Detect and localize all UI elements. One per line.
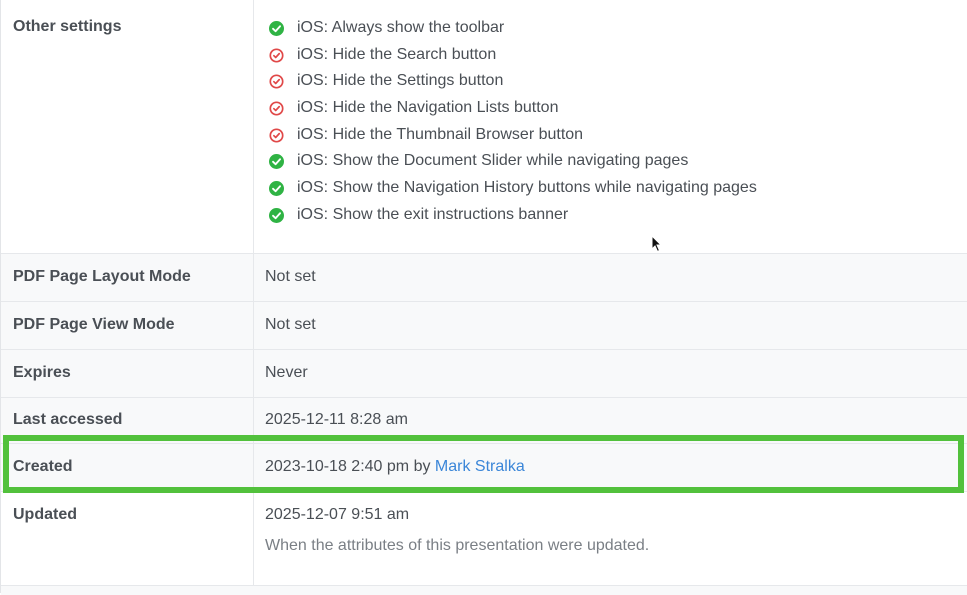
setting-item: iOS: Hide the Thumbnail Browser button bbox=[265, 122, 757, 149]
setting-item: iOS: Always show the toolbar bbox=[265, 15, 757, 42]
settings-list-container: iOS: Always show the toolbar iOS: Hide th… bbox=[265, 15, 757, 229]
setting-item: iOS: Show the exit instructions banner bbox=[265, 202, 757, 229]
attributes-table: Other settings iOS: Always show the tool… bbox=[0, 0, 967, 595]
created-date: 2023-10-18 2:40 pm bbox=[265, 458, 410, 475]
setting-label: iOS: Always show the toolbar bbox=[297, 19, 505, 36]
setting-label: iOS: Hide the Thumbnail Browser button bbox=[297, 125, 584, 143]
row-label: Other settings bbox=[1, 0, 254, 253]
setting-item: iOS: Hide the Settings button bbox=[265, 68, 757, 95]
row-pdf-view-mode: PDF Page View Mode Not set bbox=[1, 301, 967, 349]
row-value: Not set bbox=[265, 316, 316, 333]
row-created: Created 2023-10-18 2:40 pm by Mark Stral… bbox=[1, 443, 967, 491]
author-link[interactable]: Mark Stralka bbox=[435, 458, 525, 475]
row-label: PDF Page View Mode bbox=[1, 302, 254, 349]
row-label: PDF Page Layout Mode bbox=[1, 254, 254, 301]
check-circle-icon bbox=[269, 154, 284, 170]
row-value: 2023-10-18 2:40 pm by Mark Stralka bbox=[265, 444, 525, 490]
row-expires: Expires Never bbox=[1, 349, 967, 397]
x-circle-icon bbox=[269, 128, 284, 143]
check-circle-icon bbox=[269, 21, 284, 36]
row-label: Expires bbox=[1, 350, 254, 397]
row-value: Not set bbox=[265, 268, 316, 285]
setting-label: iOS: Hide the Settings button bbox=[297, 72, 504, 90]
check-circle-icon bbox=[269, 207, 284, 223]
row-other-settings: Other settings iOS: Always show the tool… bbox=[1, 0, 967, 253]
row-value: Never bbox=[265, 364, 308, 381]
row-updated: Updated 2025-12-07 9:51 am When the attr… bbox=[1, 491, 967, 586]
setting-item: iOS: Hide the Search button bbox=[265, 42, 757, 69]
row-next bbox=[1, 585, 967, 595]
x-circle-icon bbox=[269, 101, 284, 116]
mouse-cursor-icon bbox=[651, 235, 663, 253]
setting-label: iOS: Hide the Navigation Lists button bbox=[297, 99, 559, 117]
row-pdf-layout-mode: PDF Page Layout Mode Not set bbox=[1, 253, 967, 301]
row-value: 2025-12-07 9:51 am When the attributes o… bbox=[265, 506, 649, 555]
settings-list: iOS: Always show the toolbar iOS: Hide th… bbox=[265, 15, 757, 229]
setting-label: iOS: Show the Navigation History buttons… bbox=[297, 179, 757, 197]
setting-label: iOS: Show the Document Slider while navi… bbox=[297, 152, 689, 170]
updated-date: 2025-12-07 9:51 am bbox=[265, 506, 410, 523]
row-label: Last accessed bbox=[1, 398, 254, 443]
setting-item: iOS: Show the Document Slider while navi… bbox=[265, 148, 757, 175]
row-last-accessed: Last accessed 2025-12-11 8:28 am bbox=[1, 397, 967, 443]
x-circle-icon bbox=[269, 74, 284, 89]
setting-label: iOS: Show the exit instructions banner bbox=[297, 205, 569, 223]
updated-note: When the attributes of this presentation… bbox=[265, 537, 650, 554]
row-label: Created bbox=[1, 444, 254, 491]
check-circle-icon bbox=[269, 181, 284, 197]
setting-label: iOS: Hide the Search button bbox=[297, 45, 497, 63]
row-value: 2025-12-11 8:28 am bbox=[265, 411, 408, 428]
setting-item: iOS: Show the Navigation History buttons… bbox=[265, 175, 757, 202]
x-circle-icon bbox=[269, 48, 284, 63]
row-label: Updated bbox=[1, 492, 254, 586]
setting-item: iOS: Hide the Navigation Lists button bbox=[265, 95, 757, 122]
created-by-text: by bbox=[413, 458, 431, 475]
